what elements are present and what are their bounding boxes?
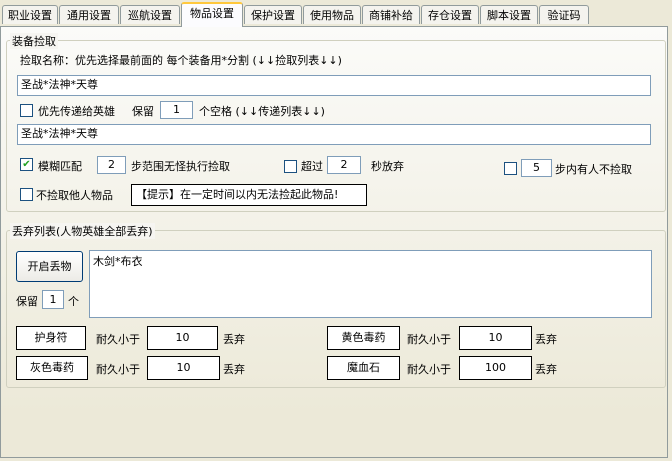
nearby-player-checkbox[interactable] xyxy=(504,162,517,175)
discard-action-label: 丢弃 xyxy=(535,363,557,376)
pickup-group-title: 装备捡取 xyxy=(10,33,58,49)
pickup-list-input[interactable]: 圣战*法神*天尊 xyxy=(17,75,651,96)
tab-patrol-settings[interactable]: 巡航设置 xyxy=(120,5,180,24)
exceed-label: 超过 xyxy=(301,160,323,173)
discard-item-name: 护身符 xyxy=(16,326,86,350)
durability-label: 耐久小于 xyxy=(407,363,451,376)
discard-keep-label: 保留 xyxy=(16,295,38,308)
tab-general-settings[interactable]: 通用设置 xyxy=(59,5,119,24)
discard-list-input[interactable]: 木剑*布衣 xyxy=(89,250,652,318)
pass-hero-label: 优先传递给英雄 xyxy=(38,105,115,118)
tab-item-settings[interactable]: 物品设置 xyxy=(181,2,243,27)
keep-label: 保留 xyxy=(132,105,154,118)
fuzzy-range-suffix: 步范围无怪执行捡取 xyxy=(131,160,230,173)
tab-protect-settings[interactable]: 保护设置 xyxy=(244,5,302,24)
discard-action-label: 丢弃 xyxy=(223,363,245,376)
tab-use-items[interactable]: 使用物品 xyxy=(303,5,361,24)
discard-keep-unit: 个 xyxy=(68,295,79,308)
fuzzy-range-input[interactable]: 2 xyxy=(97,156,126,174)
tab-job-settings[interactable]: 职业设置 xyxy=(2,5,58,24)
durability-label: 耐久小于 xyxy=(96,363,140,376)
exceed-checkbox[interactable] xyxy=(284,160,297,173)
pickup-name-hint: 捡取名称：优先选择最前面的 每个装备用*分割 (↓↓捡取列表↓↓) xyxy=(20,54,342,67)
durability-label: 耐久小于 xyxy=(407,333,451,346)
start-discard-button[interactable]: 开启丢物 xyxy=(16,251,83,282)
no-pick-others-checkbox[interactable] xyxy=(20,188,33,201)
discard-keep-input[interactable]: 1 xyxy=(42,290,64,309)
durability-input[interactable]: 100 xyxy=(459,356,532,380)
discard-action-label: 丢弃 xyxy=(223,333,245,346)
pass-list-input[interactable]: 圣战*法神*天尊 xyxy=(17,124,651,145)
exceed-suffix: 秒放弃 xyxy=(371,160,404,173)
checkmark-icon: ✔ xyxy=(22,159,31,170)
tab-bar: 职业设置 通用设置 巡航设置 物品设置 保护设置 使用物品 商铺补给 存仓设置 … xyxy=(0,0,672,27)
nearby-steps-input[interactable]: 5 xyxy=(521,159,552,177)
keep-space-input[interactable]: 1 xyxy=(160,101,193,119)
nearby-suffix: 步内有人不捡取 xyxy=(555,163,632,176)
pickup-tip: 【提示】在一定时间以内无法捡起此物品! xyxy=(131,184,367,206)
discard-item-name: 灰色毒药 xyxy=(16,356,88,380)
pass-hero-checkbox[interactable] xyxy=(20,104,33,117)
durability-label: 耐久小于 xyxy=(96,333,140,346)
tab-captcha[interactable]: 验证码 xyxy=(539,5,589,24)
tab-shop-supply[interactable]: 商铺补给 xyxy=(362,5,420,24)
durability-input[interactable]: 10 xyxy=(459,326,532,350)
fuzzy-match-label: 模糊匹配 xyxy=(38,160,82,173)
discard-group-title: 丢弃列表(人物英雄全部丢弃) xyxy=(10,223,155,239)
no-pick-others-label: 不捡取他人物品 xyxy=(36,189,113,202)
durability-input[interactable]: 10 xyxy=(147,326,218,350)
exceed-seconds-input[interactable]: 2 xyxy=(327,156,361,174)
keep-space-suffix: 个空格 (↓↓传递列表↓↓) xyxy=(199,105,325,118)
discard-item-name: 魔血石 xyxy=(327,356,400,380)
tab-storage-settings[interactable]: 存仓设置 xyxy=(421,5,479,24)
durability-input[interactable]: 10 xyxy=(147,356,220,380)
fuzzy-match-checkbox[interactable]: ✔ xyxy=(20,158,33,171)
discard-action-label: 丢弃 xyxy=(535,333,557,346)
tab-script-settings[interactable]: 脚本设置 xyxy=(480,5,538,24)
discard-item-name: 黄色毒药 xyxy=(327,326,400,350)
